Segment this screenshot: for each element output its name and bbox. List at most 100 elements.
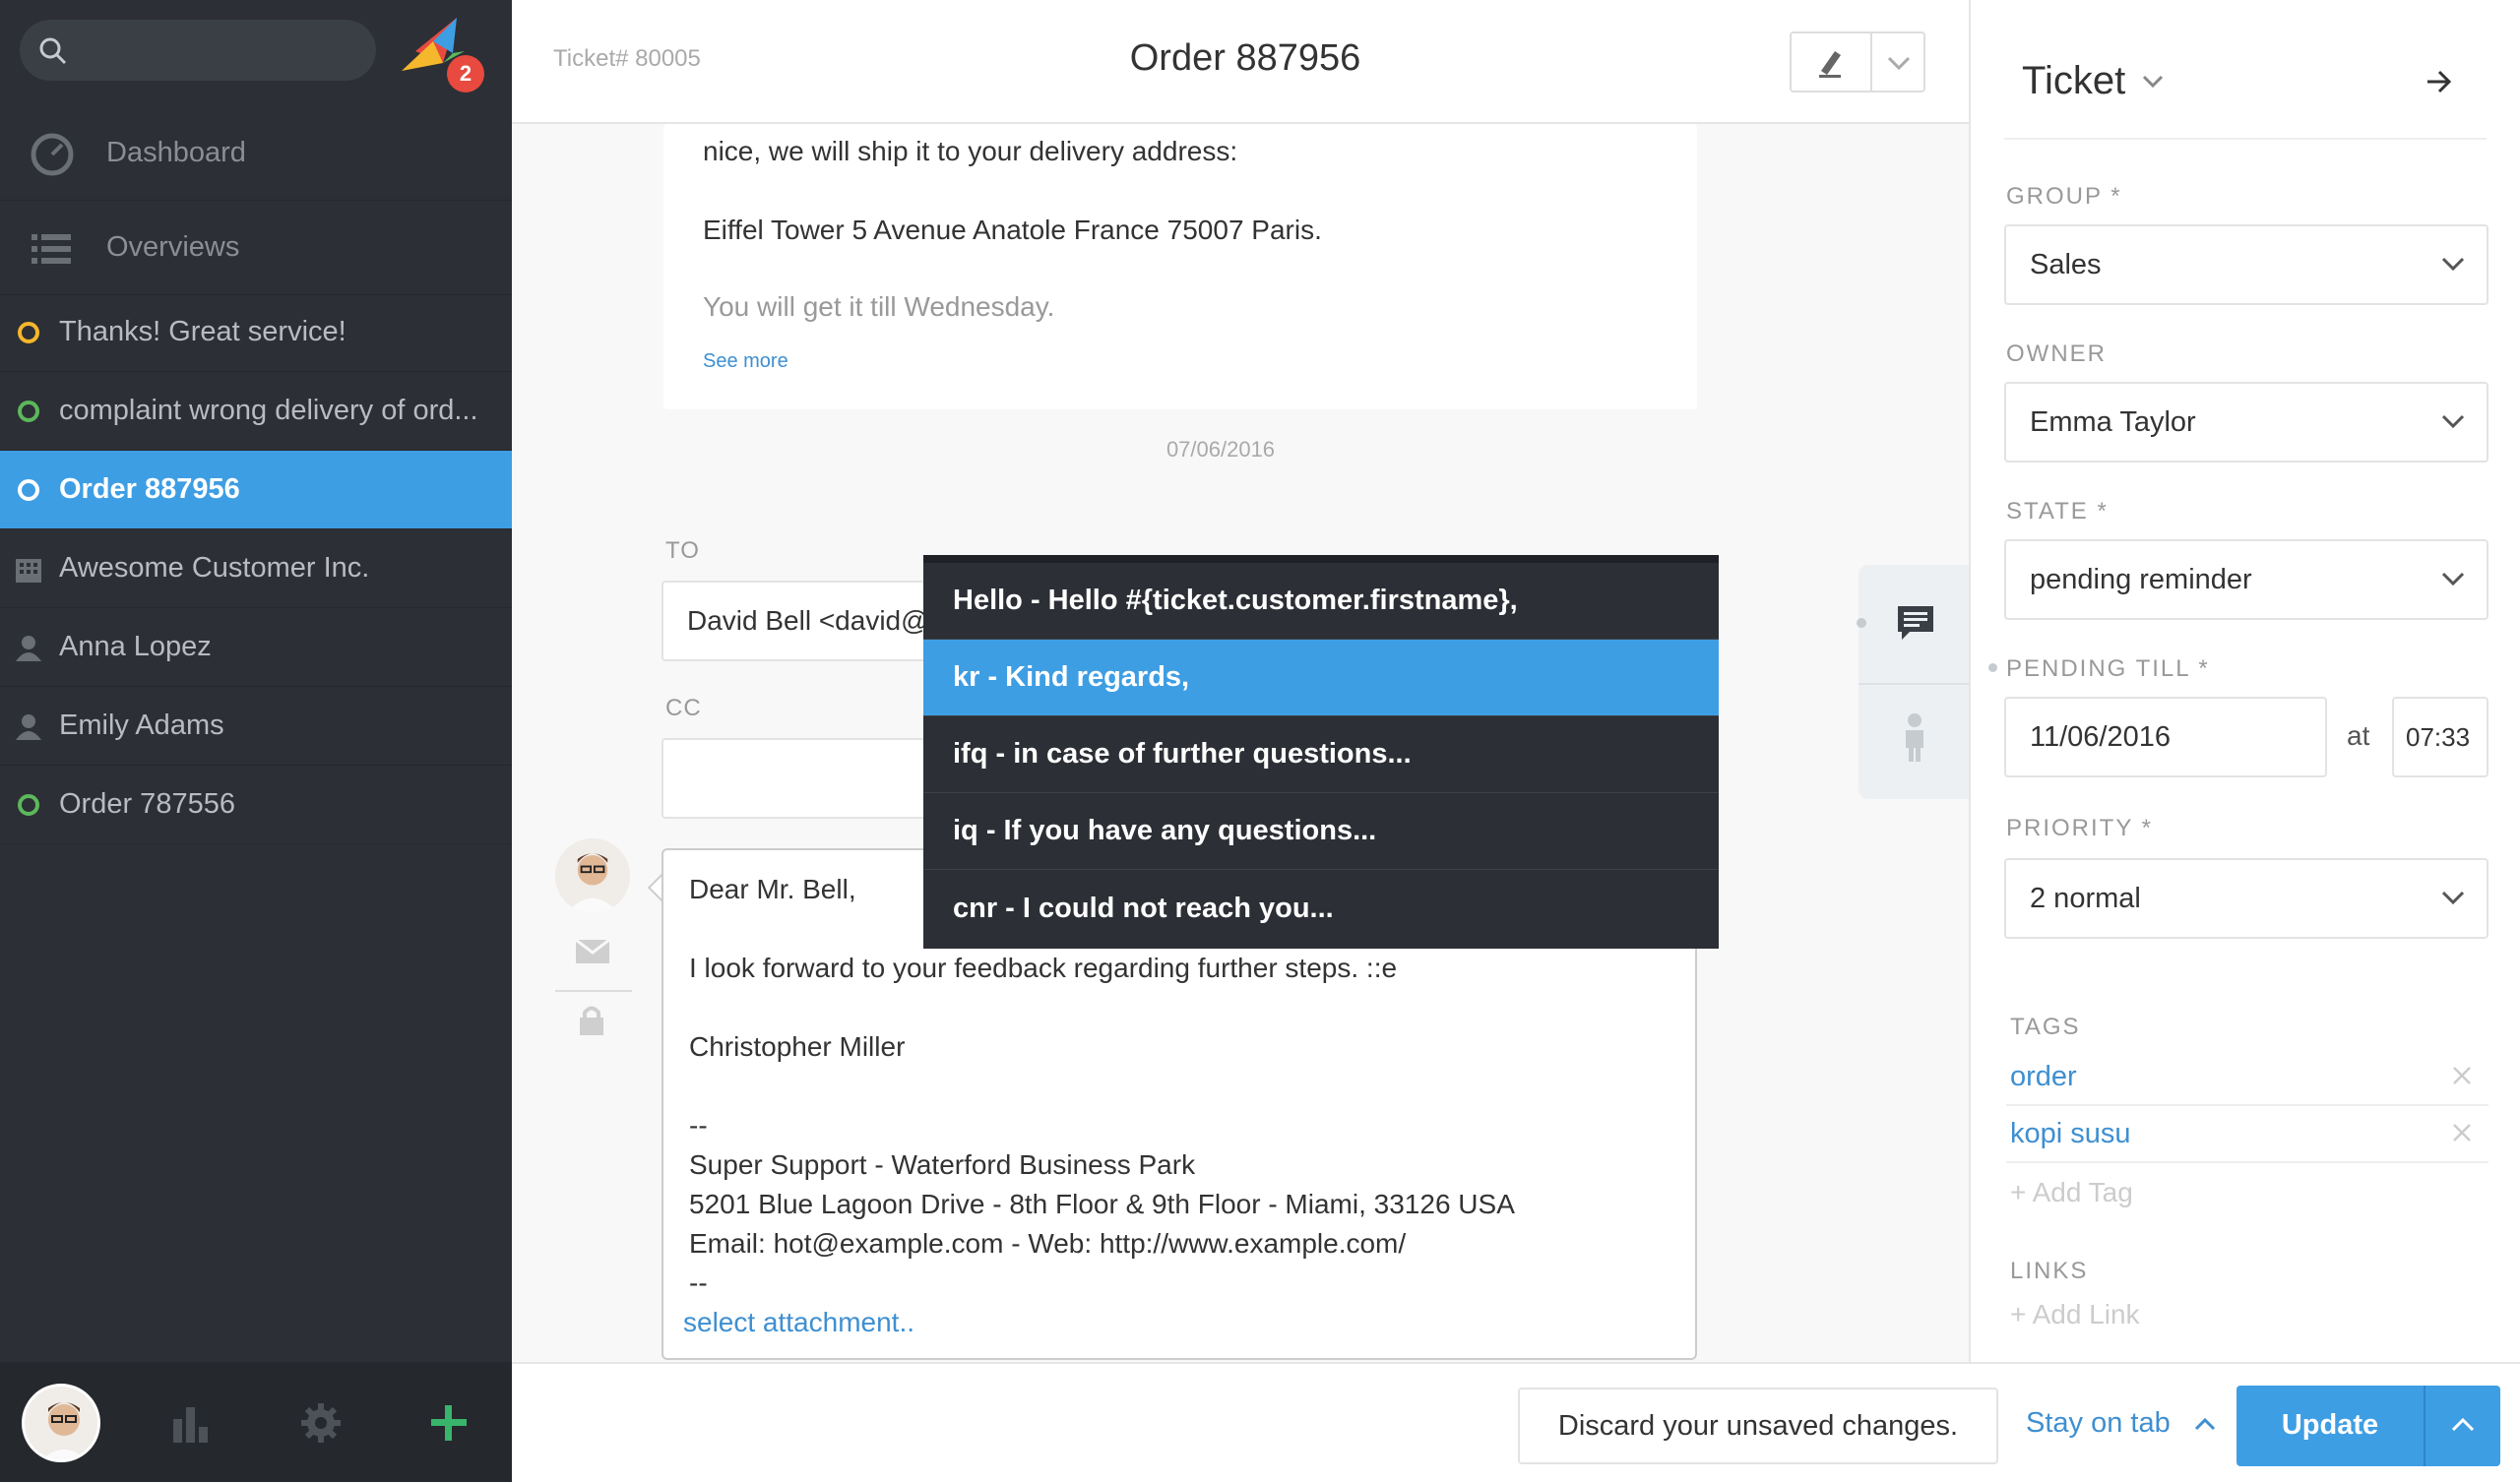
customer-icon[interactable] [1902,712,1927,764]
editor-line: Email: hot@example.com - Web: http://www… [689,1228,1407,1259]
chevron-down-icon [2441,891,2465,905]
tag-name[interactable]: order [2010,1061,2077,1093]
sidebar-tab[interactable]: complaint wrong delivery of ord... [0,372,512,451]
sidebar-tab-label: Anna Lopez [59,631,212,662]
text-module-option[interactable]: ifq - in case of further questions... [923,716,1719,793]
divider [1858,683,1969,685]
pending-date-value: 11/06/2016 [2030,720,2171,753]
select-attachment-link[interactable]: select attachment.. [683,1307,914,1338]
gear-icon[interactable] [295,1397,346,1449]
avatar-icon [555,838,630,913]
indicator-dot [1988,663,1997,672]
group-select[interactable]: Sales [2004,224,2488,305]
email-icon[interactable] [575,939,610,964]
sidebar-tab[interactable]: Awesome Customer Inc. [0,529,512,608]
article-line: Eiffel Tower 5 Avenue Anatole France 750… [703,215,1322,245]
priority-label: PRIORITY * [2006,815,2153,841]
add-tag-link[interactable]: + Add Tag [2010,1177,2133,1208]
divider [2004,138,2487,140]
editor-line: -- [689,1267,708,1298]
pending-date-input[interactable]: 11/06/2016 [2004,697,2327,777]
sidebar-tab-label: Awesome Customer Inc. [59,552,370,584]
arrow-right-icon[interactable] [2426,69,2453,94]
text-module-option[interactable]: iq - If you have any questions... [923,793,1719,870]
search-input[interactable] [20,20,376,81]
nav-overviews-label: Overviews [106,231,240,263]
building-icon [16,559,41,583]
pending-time-value: 07:33 [2406,721,2471,752]
sidebar-tab[interactable]: Order 787556 [0,766,512,844]
to-field-value: David Bell <david@ [687,605,929,636]
person-icon [16,714,41,740]
text-module-option-selected[interactable]: kr - Kind regards, [923,640,1719,716]
state-select[interactable]: pending reminder [2004,539,2488,620]
sidebar-tab[interactable]: Anna Lopez [0,608,512,687]
tag-item: kopi susu [2006,1108,2488,1163]
panel-title[interactable]: Ticket [2022,59,2125,103]
sidebar-tab-label: Order 887956 [59,473,240,505]
article-card: nice, we will ship it to your delivery a… [663,124,1697,409]
priority-select[interactable]: 2 normal [2004,858,2488,939]
sidebar: 2 Dashboard Overviews Thanks! Great serv… [0,0,512,1482]
editor-line: I look forward to your feedback regardin… [689,953,1398,983]
divider [555,990,632,992]
state-label: STATE * [2006,498,2109,525]
status-circle-icon [18,322,39,343]
state-value: pending reminder [2030,563,2252,595]
chevron-down-icon [2441,414,2465,429]
user-avatar[interactable] [22,1384,100,1462]
nav-dashboard[interactable]: Dashboard [0,106,512,201]
sidebar-tab[interactable]: Thanks! Great service! [0,293,512,372]
text-module-option[interactable]: cnr - I could not reach you... [923,870,1719,947]
chevron-down-icon[interactable] [2142,75,2164,89]
footer-bar: Discard your unsaved changes. Stay on ta… [512,1362,2520,1482]
ticket-header: Ticket# 80005 Order 887956 [512,0,1969,124]
discard-label: Discard your unsaved changes. [1557,1409,1959,1442]
ticket-sidebar: Ticket GROUP * Sales OWNER Emma Taylor S… [1969,0,2520,1362]
article-type-switcher [1857,565,1969,799]
date-separator: 07/06/2016 [1166,437,1276,462]
add-link-link[interactable]: + Add Link [2010,1299,2140,1330]
ticket-actions [1790,31,1925,93]
article-line: nice, we will ship it to your delivery a… [703,136,1238,166]
see-more-link[interactable]: See more [703,350,788,373]
ticket-title[interactable]: Order 887956 [512,37,1979,80]
sidebar-tab-label: complaint wrong delivery of ord... [59,395,478,426]
sidebar-footer [0,1362,512,1482]
agent-avatar [555,838,630,913]
group-label: GROUP * [2006,183,2122,210]
tags-label: TAGS [2010,1014,2081,1040]
owner-label: OWNER [2006,340,2107,367]
sidebar-tab-label: Order 787556 [59,788,235,820]
stay-on-tab-label: Stay on tab [2026,1407,2171,1439]
status-circle-icon [18,794,39,816]
pencil-icon[interactable] [1813,47,1847,79]
nav-dashboard-label: Dashboard [106,137,246,168]
text-module-option[interactable]: Hello - Hello #{ticket.customer.firstnam… [923,563,1719,640]
update-button[interactable]: Update [2236,1386,2500,1466]
article-line: You will get it till Wednesday. [703,291,1055,322]
pending-time-input[interactable]: 07:33 [2392,697,2488,777]
owner-select[interactable]: Emma Taylor [2004,382,2488,463]
indicator-dot [1857,618,1866,628]
nav-overviews[interactable]: Overviews [0,201,512,295]
to-label: TO [665,537,700,564]
sidebar-tab-active[interactable]: Order 887956 [0,451,512,529]
sidebar-tab-label: Thanks! Great service! [59,316,346,347]
close-icon[interactable] [2451,1122,2473,1143]
chevron-down-icon [2441,572,2465,587]
stay-on-tab-toggle[interactable]: Stay on tab [2026,1407,2216,1440]
lock-icon[interactable] [577,1004,606,1037]
note-icon[interactable] [1896,604,1935,642]
add-icon[interactable] [423,1397,474,1449]
list-icon [32,234,71,264]
discard-changes-button[interactable]: Discard your unsaved changes. [1518,1388,1998,1464]
editor-line: Dear Mr. Bell, [689,874,856,904]
priority-value: 2 normal [2030,882,2141,914]
close-icon[interactable] [2451,1065,2473,1086]
sidebar-tab[interactable]: Emily Adams [0,687,512,766]
tag-name[interactable]: kopi susu [2010,1118,2131,1150]
chevron-down-icon[interactable] [1886,55,1912,71]
stats-icon[interactable] [165,1397,217,1449]
chevron-up-icon[interactable] [2451,1417,2475,1433]
